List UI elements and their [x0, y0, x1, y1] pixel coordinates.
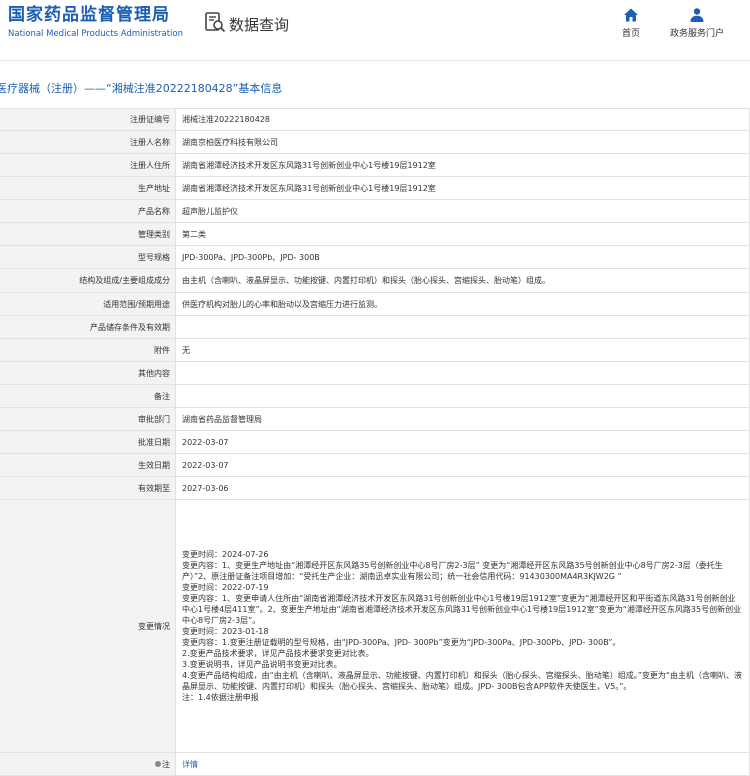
table-row: 适用范围/预期用途 供医疗机构对胎儿的心率和胎动以及宫缩压力进行监测。 — [0, 292, 750, 316]
change-line: 变更内容：1.变更注册证载明的型号规格，由“JPD-300Pa、JPD- 300… — [182, 638, 621, 647]
change-line: 变更时间：2023-01-18 — [182, 627, 269, 636]
row-value: 湖南省药品监督管理局 — [175, 407, 750, 431]
details-link[interactable]: 详情 — [182, 760, 198, 769]
row-label: 适用范围/预期用途 — [0, 292, 176, 316]
registration-detail-table: 注册证编号 湘械注准20222180428 注册人名称 湖南京柏医疗科技有限公司… — [0, 108, 750, 776]
header-divider — [0, 60, 750, 61]
row-label: 注册人住所 — [0, 153, 176, 177]
row-value: 2022-03-07 — [175, 430, 750, 454]
row-value: 无 — [175, 338, 750, 362]
change-line: 2.变更产品技术要求，详见产品技术要求变更对比表。 — [182, 649, 374, 658]
row-label: 备注 — [0, 384, 176, 408]
row-value: 湖南京柏医疗科技有限公司 — [175, 130, 750, 154]
nav-home-label: 首页 — [621, 29, 640, 39]
row-label: 注 — [162, 759, 170, 769]
change-history: 变更时间：2024-07-26 变更内容：1、变更生产地址由“湘潭经开区东风路3… — [175, 499, 750, 753]
row-label: 变更情况 — [0, 499, 176, 753]
row-label: 附件 — [0, 338, 176, 362]
row-label: 有效期至 — [0, 476, 176, 500]
row-label: 产品储存条件及有效期 — [0, 315, 176, 339]
row-label: 生效日期 — [0, 453, 176, 477]
table-row: 注 详情 — [0, 752, 750, 776]
row-value: 供医疗机构对胎儿的心率和胎动以及宫缩压力进行监测。 — [175, 292, 750, 316]
row-label: 注册证编号 — [0, 108, 176, 131]
row-value: 详情 — [175, 752, 750, 776]
row-label: 注册人名称 — [0, 130, 176, 154]
change-line: 变更内容：1、变更申请人住所由“湖南省湘潭经济技术开发区东风路31号创新创业中心… — [182, 594, 742, 625]
table-row: 产品储存条件及有效期 — [0, 315, 750, 339]
row-value — [175, 384, 750, 408]
row-label: 结构及组成/主要组成成分 — [0, 268, 176, 293]
note-label-cell: 注 — [0, 752, 176, 776]
row-label: 审批部门 — [0, 407, 176, 431]
row-value: 由主机（含喇叭、液晶屏显示、功能按键、内置打印机）和探头（胎心探头、宫缩探头、胎… — [175, 268, 750, 293]
nav-home[interactable]: 首页 — [614, 7, 648, 39]
table-row: 结构及组成/主要组成成分 由主机（含喇叭、液晶屏显示、功能按键、内置打印机）和探… — [0, 268, 750, 293]
logo-chinese-name: 国家药品监督管理局 — [8, 5, 170, 25]
site-header: 国家药品监督管理局 National Medical Products Admi… — [0, 0, 750, 50]
change-line: 变更内容：1、变更生产地址由“湘潭经开区东风路35号创新创业中心8号厂房2-3层… — [182, 561, 723, 581]
table-row: 生产地址 湖南省湘潭经济技术开发区东风路31号创新创业中心1号楼19层1912室 — [0, 176, 750, 200]
document-search-icon — [204, 11, 226, 37]
table-row: 生效日期 2022-03-07 — [0, 453, 750, 477]
row-value: 湖南省湘潭经济技术开发区东风路31号创新创业中心1号楼19层1912室 — [175, 176, 750, 200]
row-value: 第二类 — [175, 222, 750, 246]
table-row: 型号规格 JPD-300Pa、JPD-300Pb、JPD- 300B — [0, 245, 750, 269]
nav-service-portal-label: 政务服务门户 — [669, 29, 724, 39]
change-line: 3.变更说明书，详见产品说明书变更对比表。 — [182, 660, 342, 669]
table-row: 注册证编号 湘械注准20222180428 — [0, 108, 750, 131]
row-value: 湖南省湘潭经济技术开发区东风路31号创新创业中心1号楼19层1912室 — [175, 153, 750, 177]
row-label: 其他内容 — [0, 361, 176, 385]
change-line: 注：1.4依据注册申报 — [182, 693, 259, 702]
change-line: 变更时间：2024-07-26 — [182, 550, 269, 559]
change-line: 4.变更产品结构组成，由“由主机（含喇叭、液晶屏显示、功能按键、内置打印机）和探… — [182, 671, 743, 691]
nav-service-portal[interactable]: 政务服务门户 — [664, 7, 730, 39]
row-label: 生产地址 — [0, 176, 176, 200]
row-value: JPD-300Pa、JPD-300Pb、JPD- 300B — [175, 245, 750, 269]
row-label: 管理类别 — [0, 222, 176, 246]
table-row: 变更情况 变更时间：2024-07-26 变更内容：1、变更生产地址由“湘潭经开… — [0, 499, 750, 753]
row-label: 产品名称 — [0, 199, 176, 223]
row-value: 2027-03-06 — [175, 476, 750, 500]
row-value — [175, 315, 750, 339]
row-value: 超声胎儿监护仪 — [175, 199, 750, 223]
table-row: 审批部门 湖南省药品监督管理局 — [0, 407, 750, 431]
table-row: 批准日期 2022-03-07 — [0, 430, 750, 454]
table-row: 附件 无 — [0, 338, 750, 362]
change-line: 变更时间：2022-07-19 — [182, 583, 269, 592]
page-title: 医疗器械（注册）——“湘械注准20222180428”基本信息 — [0, 82, 283, 95]
row-value: 湘械注准20222180428 — [175, 108, 750, 131]
row-label: 型号规格 — [0, 245, 176, 269]
table-row: 有效期至 2027-03-06 — [0, 476, 750, 500]
user-icon — [664, 7, 730, 23]
table-row: 产品名称 超声胎儿监护仪 — [0, 199, 750, 223]
row-value — [175, 361, 750, 385]
table-row: 管理类别 第二类 — [0, 222, 750, 246]
site-logo[interactable]: 国家药品监督管理局 National Medical Products Admi… — [8, 5, 183, 40]
logo-english-name: National Medical Products Administration — [8, 29, 183, 39]
home-icon — [614, 7, 648, 23]
row-label: 批准日期 — [0, 430, 176, 454]
table-row: 注册人住所 湖南省湘潭经济技术开发区东风路31号创新创业中心1号楼19层1912… — [0, 153, 750, 177]
table-row: 注册人名称 湖南京柏医疗科技有限公司 — [0, 130, 750, 154]
data-query-title: 数据查询 — [204, 11, 289, 37]
table-row: 其他内容 — [0, 361, 750, 385]
data-query-label: 数据查询 — [229, 15, 290, 34]
bullet-icon — [155, 761, 161, 767]
table-row: 备注 — [0, 384, 750, 408]
row-value: 2022-03-07 — [175, 453, 750, 477]
